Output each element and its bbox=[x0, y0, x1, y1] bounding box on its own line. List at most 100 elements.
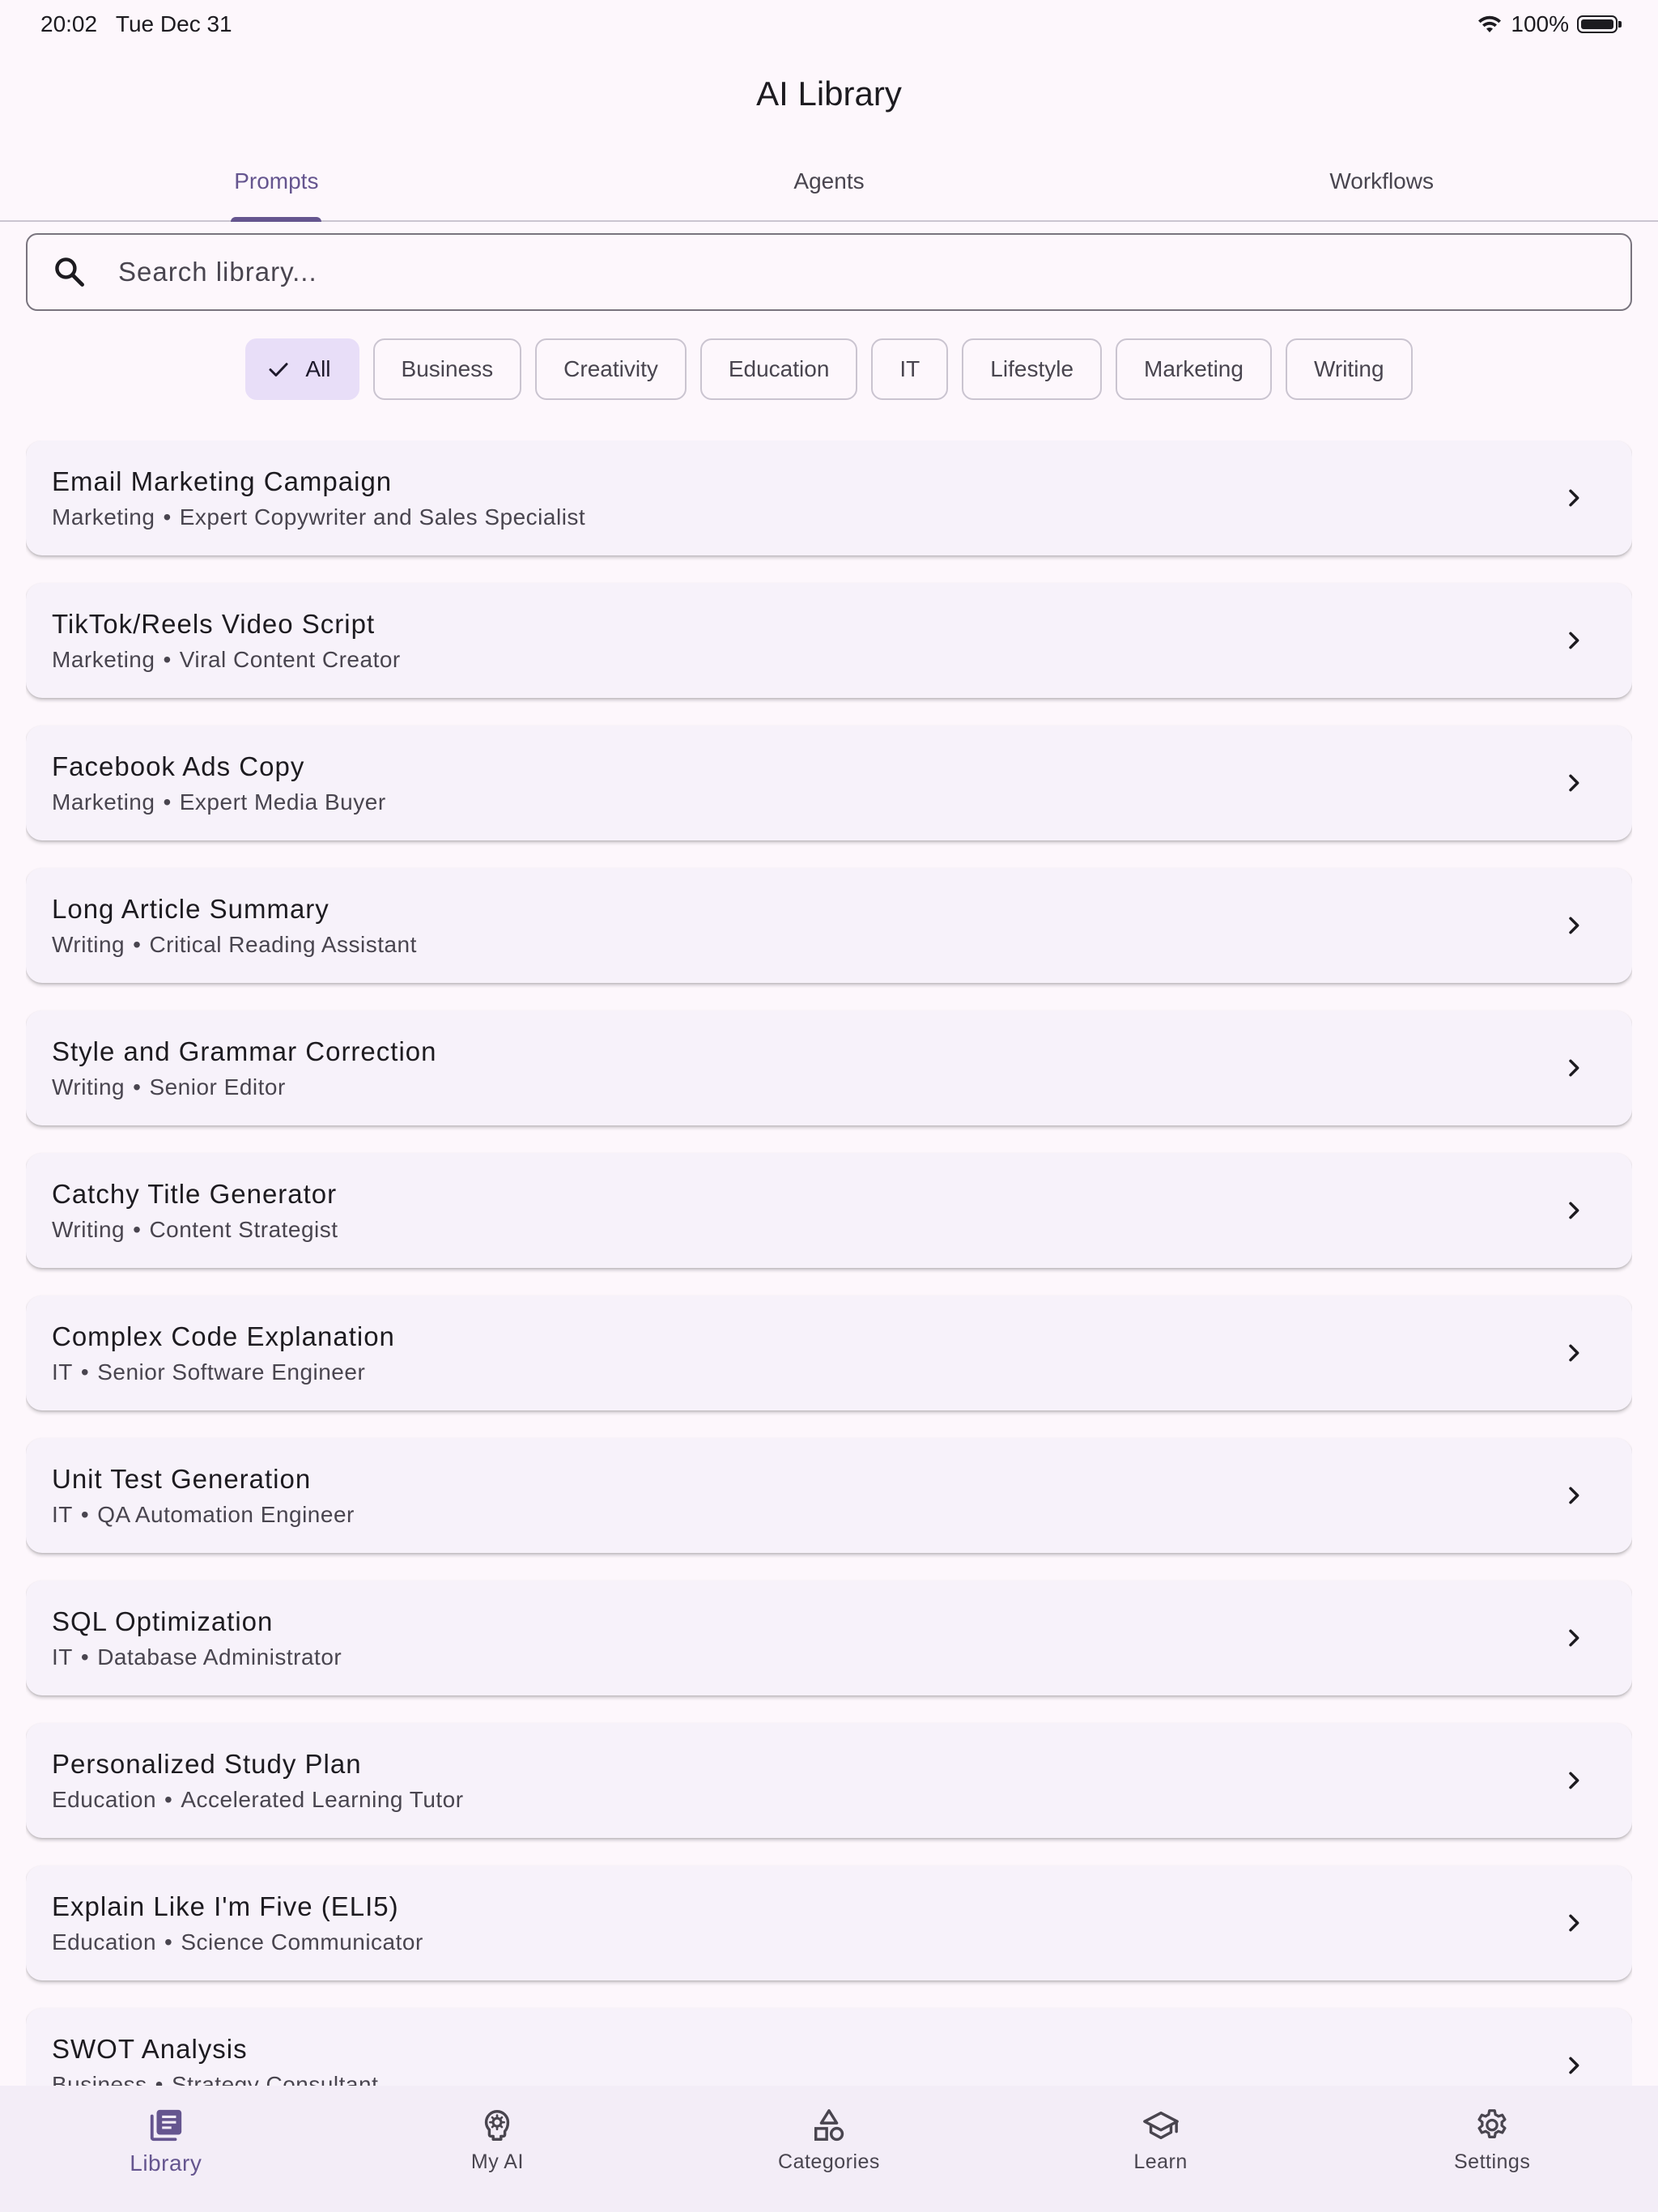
chip-label: Marketing bbox=[1144, 356, 1244, 381]
list-item[interactable]: Catchy Title Generator Writing • Content S… bbox=[26, 1153, 1632, 1268]
filter-chip-education[interactable]: Education bbox=[699, 338, 858, 400]
status-clock: 20:02 bbox=[40, 11, 98, 36]
chevron-right-icon bbox=[1569, 2057, 1579, 2074]
list-item[interactable]: Long Article Summary Writing • Critical Re… bbox=[26, 868, 1632, 983]
nav-learn[interactable]: Learn bbox=[995, 2086, 1327, 2212]
list-item[interactable]: SWOT Analysis Business • Strategy Consulta… bbox=[26, 2008, 1632, 2086]
item-title: Explain Like I'm Five (ELI5) bbox=[52, 1891, 399, 1921]
separator-dot: • bbox=[133, 1074, 142, 1100]
filter-chip-marketing[interactable]: Marketing bbox=[1116, 338, 1272, 400]
chevron-right-icon bbox=[1569, 632, 1579, 649]
item-title: Personalized Study Plan bbox=[52, 1749, 362, 1779]
chevron-right-icon bbox=[1569, 1344, 1579, 1362]
tab-workflows[interactable]: Workflows bbox=[1105, 154, 1658, 220]
item-subtitle: IT • Database Administrator bbox=[52, 1644, 342, 1670]
nav-label: Categories bbox=[778, 2150, 880, 2173]
item-subtitle: Writing • Critical Reading Assistant bbox=[52, 932, 417, 958]
item-role: Viral Content Creator bbox=[179, 647, 401, 672]
graduation-cap-icon bbox=[1142, 2111, 1179, 2140]
nav-categories[interactable]: Categories bbox=[663, 2086, 995, 2212]
item-role: Expert Media Buyer bbox=[179, 789, 386, 815]
item-title: Unit Test Generation bbox=[52, 1464, 312, 1494]
separator-dot: • bbox=[80, 1644, 90, 1670]
item-role: Content Strategist bbox=[149, 1217, 338, 1242]
list-item[interactable]: Explain Like I'm Five (ELI5) Education • S… bbox=[26, 1865, 1632, 1980]
library-icon bbox=[150, 2109, 181, 2142]
item-category: IT bbox=[52, 1502, 73, 1527]
chevron-right-icon bbox=[1569, 1059, 1579, 1077]
brain-icon bbox=[485, 2110, 510, 2141]
chevron-right-icon bbox=[1569, 1202, 1579, 1219]
item-title: Complex Code Explanation bbox=[52, 1321, 395, 1351]
status-bar: 20:02 Tue Dec 31 100% bbox=[0, 0, 1658, 52]
item-title: Style and Grammar Correction bbox=[52, 1036, 437, 1066]
chevron-right-icon bbox=[1569, 1487, 1579, 1504]
bottom-navigation: Library My AI Categories Learn Settings bbox=[0, 2086, 1658, 2212]
item-subtitle: Writing • Content Strategist bbox=[52, 1217, 338, 1243]
item-role: Critical Reading Assistant bbox=[149, 932, 417, 957]
nav-library[interactable]: Library bbox=[0, 2086, 332, 2212]
nav-settings[interactable]: Settings bbox=[1326, 2086, 1658, 2212]
item-title: Long Article Summary bbox=[52, 894, 329, 924]
item-category: Marketing bbox=[52, 789, 155, 815]
item-category: Writing bbox=[52, 1074, 125, 1100]
tab-indicator bbox=[231, 217, 322, 222]
check-icon bbox=[269, 363, 288, 376]
item-subtitle: Marketing • Viral Content Creator bbox=[52, 647, 401, 673]
item-role: Senior Software Engineer bbox=[97, 1359, 366, 1385]
item-category: Marketing bbox=[52, 504, 155, 530]
search-input[interactable] bbox=[117, 256, 1577, 288]
chip-label: All bbox=[305, 356, 331, 381]
filter-chip-lifestyle[interactable]: Lifestyle bbox=[962, 338, 1103, 400]
item-title: TikTok/Reels Video Script bbox=[52, 609, 376, 639]
tab-label: Workflows bbox=[1329, 168, 1434, 194]
separator-dot: • bbox=[80, 1359, 90, 1385]
filter-chip-business[interactable]: Business bbox=[372, 338, 522, 400]
status-time: 20:02 Tue Dec 31 bbox=[40, 11, 232, 37]
item-subtitle: Marketing • Expert Media Buyer bbox=[52, 789, 386, 815]
item-role: Strategy Consultant bbox=[171, 2072, 379, 2086]
nav-label: Settings bbox=[1454, 2150, 1531, 2173]
filter-chip-writing[interactable]: Writing bbox=[1285, 338, 1413, 400]
list-item[interactable]: Complex Code Explanation IT • Senior Softw… bbox=[26, 1295, 1632, 1410]
item-role: QA Automation Engineer bbox=[97, 1502, 355, 1527]
chevron-right-icon bbox=[1569, 917, 1579, 934]
item-category: Education bbox=[52, 1787, 157, 1812]
nav-label: Library bbox=[130, 2150, 202, 2176]
categories-icon bbox=[814, 2109, 844, 2142]
battery-percent: 100% bbox=[1511, 11, 1569, 36]
item-category: Writing bbox=[52, 932, 125, 957]
list-item[interactable]: SQL Optimization IT • Database Administrat… bbox=[26, 1580, 1632, 1695]
chip-label: Education bbox=[728, 356, 830, 381]
item-role: Accelerated Learning Tutor bbox=[181, 1787, 464, 1812]
chevron-right-icon bbox=[1569, 1772, 1579, 1789]
list-item[interactable]: Style and Grammar Correction Writing • Sen… bbox=[26, 1010, 1632, 1125]
search-bar[interactable] bbox=[26, 233, 1632, 311]
filter-chip-it[interactable]: IT bbox=[871, 338, 949, 400]
separator-dot: • bbox=[155, 2072, 164, 2086]
separator-dot: • bbox=[133, 1217, 142, 1242]
filter-chip-creativity[interactable]: Creativity bbox=[535, 338, 687, 400]
page-title: AI Library bbox=[756, 74, 902, 113]
list-item[interactable]: TikTok/Reels Video Script Marketing • Vira… bbox=[26, 583, 1632, 698]
prompt-list: Email Marketing Campaign Marketing • Exper… bbox=[26, 440, 1632, 2086]
item-subtitle: IT • QA Automation Engineer bbox=[52, 1502, 355, 1528]
item-role: Senior Editor bbox=[149, 1074, 286, 1100]
chip-label: Creativity bbox=[563, 356, 658, 381]
chip-label: Lifestyle bbox=[990, 356, 1074, 381]
item-subtitle: Business • Strategy Consultant bbox=[52, 2072, 378, 2086]
item-category: Education bbox=[52, 1929, 157, 1955]
tab-agents[interactable]: Agents bbox=[553, 154, 1106, 220]
chevron-right-icon bbox=[1569, 489, 1579, 507]
list-item[interactable]: Unit Test Generation IT • QA Automation En… bbox=[26, 1438, 1632, 1553]
list-item[interactable]: Email Marketing Campaign Marketing • Exper… bbox=[26, 440, 1632, 555]
list-item[interactable]: Facebook Ads Copy Marketing • Expert Media… bbox=[26, 725, 1632, 840]
list-item[interactable]: Personalized Study Plan Education • Accele… bbox=[26, 1723, 1632, 1838]
nav-my-ai[interactable]: My AI bbox=[332, 2086, 664, 2212]
filter-chip-all[interactable]: All bbox=[245, 338, 359, 400]
item-category: IT bbox=[52, 1644, 73, 1670]
tab-prompts[interactable]: Prompts bbox=[0, 154, 553, 222]
item-subtitle: Education • Accelerated Learning Tutor bbox=[52, 1787, 464, 1813]
status-indicators: 100% bbox=[1477, 11, 1622, 37]
separator-dot: • bbox=[163, 504, 172, 530]
